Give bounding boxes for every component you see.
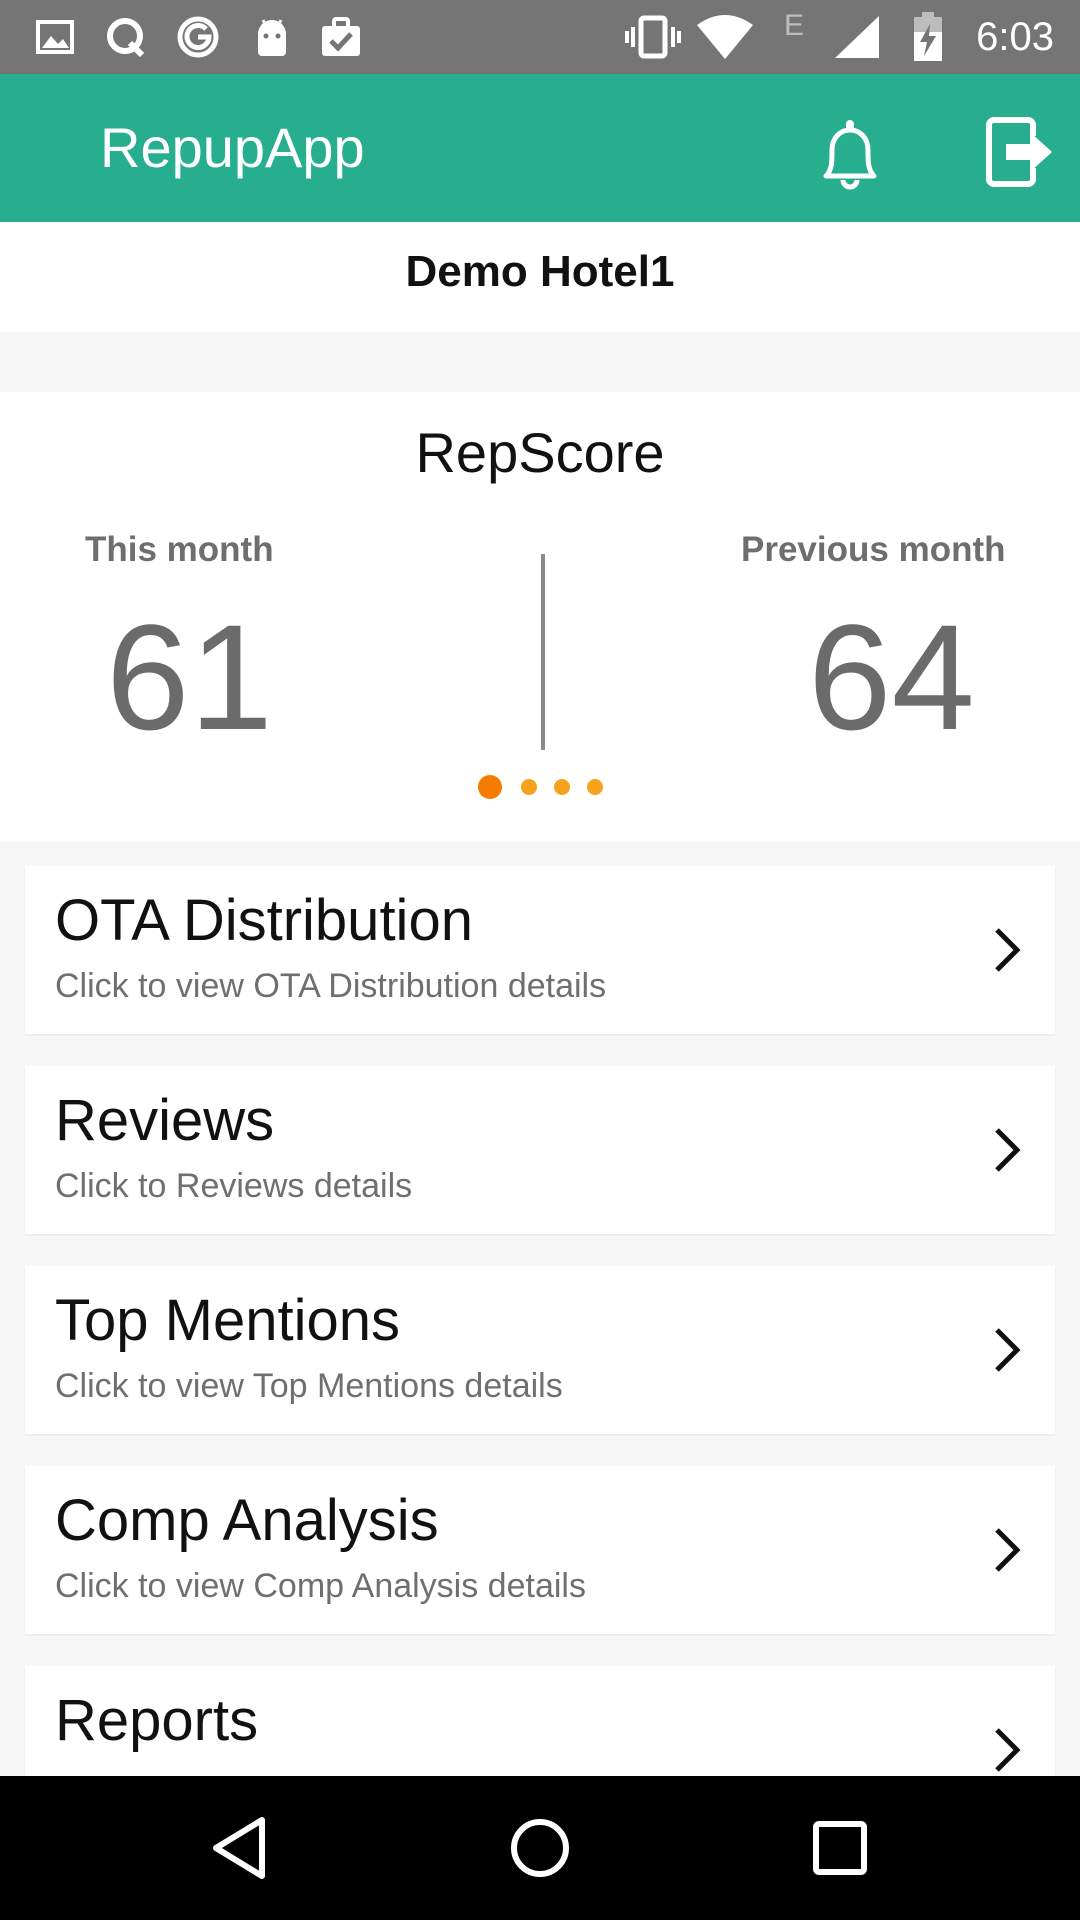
- recents-icon: [813, 1821, 867, 1875]
- page-dot-2[interactable]: [521, 779, 537, 795]
- hotel-name: Demo Hotel1: [405, 247, 675, 296]
- chevron-right-icon: [995, 928, 1021, 972]
- page-indicator: [0, 772, 1080, 802]
- menu-item-comp-analysis[interactable]: Comp Analysis Click to view Comp Analysi…: [25, 1466, 1055, 1634]
- wifi-icon: [694, 13, 756, 61]
- page-dot-3[interactable]: [554, 779, 570, 795]
- network-type-label: E: [784, 9, 805, 42]
- notifications-button[interactable]: [810, 112, 890, 192]
- chevron-right-icon: [995, 1328, 1021, 1372]
- image-icon: [34, 13, 76, 61]
- g-app-icon: [174, 13, 222, 61]
- app-title: RepupApp: [100, 116, 365, 179]
- hotel-header: Demo Hotel1: [0, 222, 1080, 332]
- system-nav-bar: [0, 1776, 1080, 1920]
- clipboard-check-icon: [318, 13, 364, 61]
- signal-icon: [832, 13, 882, 61]
- android-icon: [250, 13, 294, 61]
- this-month-label: This month: [85, 530, 274, 569]
- logout-button[interactable]: [982, 112, 1058, 192]
- chevron-right-icon: [995, 1128, 1021, 1172]
- vibrate-icon: [624, 13, 682, 61]
- previous-month-label: Previous month: [741, 530, 1006, 569]
- menu-item-title: Reports: [55, 1688, 259, 1753]
- bell-icon: [823, 120, 877, 190]
- repscore-title: RepScore: [415, 421, 665, 484]
- home-button[interactable]: [500, 1808, 580, 1888]
- menu-item-subtitle: Click to view Comp Analysis details: [55, 1567, 586, 1605]
- menu-item-reviews[interactable]: Reviews Click to Reviews details: [25, 1066, 1055, 1234]
- previous-month-score: 64: [808, 593, 975, 761]
- back-button[interactable]: [200, 1808, 280, 1888]
- menu-item-title: Top Mentions: [55, 1288, 400, 1353]
- menu-item-title: OTA Distribution: [55, 888, 473, 953]
- back-icon: [213, 1817, 265, 1879]
- menu-item-title: Reviews: [55, 1088, 275, 1153]
- menu-item-subtitle: Click to view OTA Distribution details: [55, 967, 607, 1005]
- page-dot-1[interactable]: [478, 775, 502, 799]
- repscore-panel[interactable]: RepScore This month Previous month 61 64: [0, 392, 1080, 842]
- chevron-right-icon: [995, 1528, 1021, 1572]
- battery-charging-icon: [910, 12, 946, 61]
- logout-icon: [986, 117, 1052, 187]
- status-bar: E 6:03: [0, 0, 1080, 74]
- menu-item-subtitle: Click to view Top Mentions details: [55, 1367, 563, 1405]
- menu-item-title: Comp Analysis: [55, 1488, 439, 1553]
- menu-item-subtitle: Click to Reviews details: [55, 1167, 413, 1205]
- page-dot-4[interactable]: [587, 779, 603, 795]
- home-icon: [511, 1819, 569, 1877]
- menu-item-top-mentions[interactable]: Top Mentions Click to view Top Mentions …: [25, 1266, 1055, 1434]
- score-divider: [541, 554, 545, 750]
- status-time: 6:03: [976, 15, 1054, 59]
- app-bar: RepupApp: [0, 74, 1080, 222]
- chevron-right-icon: [995, 1728, 1021, 1772]
- q-app-icon: [102, 13, 150, 61]
- menu-item-ota-distribution[interactable]: OTA Distribution Click to view OTA Distr…: [25, 866, 1055, 1034]
- this-month-score: 61: [106, 593, 273, 761]
- recents-button[interactable]: [800, 1808, 880, 1888]
